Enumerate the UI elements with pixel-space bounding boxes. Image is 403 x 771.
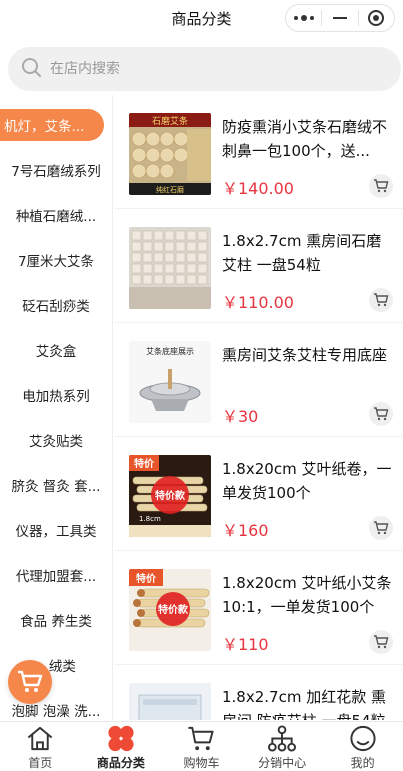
product-item[interactable]: 1.8x2.7cm 加红花款 熏房间 防疫艾柱 一盘54粒: [114, 665, 403, 720]
product-name: 1.8x2.7cm 加红花款 熏房间 防疫艾柱 一盘54粒: [222, 688, 386, 720]
minimize-button[interactable]: [322, 5, 357, 31]
sidebar-item-label: 机灯，艾条...: [4, 119, 85, 135]
product-item[interactable]: 1.8x2.7cm 熏房间石磨艾柱 一盘54粒 ￥110.00: [114, 209, 403, 323]
cart-icon: [374, 179, 389, 193]
product-name: 1.8x20cm 艾叶纸卷，一单发货100个: [222, 460, 392, 502]
distribution-icon: [268, 725, 297, 752]
add-to-cart-button[interactable]: [369, 174, 393, 198]
cart-icon: [188, 726, 215, 751]
sidebar-item[interactable]: 艾灸贴类: [0, 417, 112, 462]
bottom-tab-bar: 首页 商品分类 购物车 分销中心 我的: [0, 721, 403, 771]
cart-icon: [374, 293, 389, 307]
sidebar-item[interactable]: 代理加盟套...: [0, 552, 112, 597]
product-image: 特价款 1.8cm 特价: [129, 455, 211, 537]
svg-text:1.8cm: 1.8cm: [139, 515, 161, 523]
product-price: ￥110: [222, 635, 269, 654]
svg-text:特价款: 特价款: [155, 489, 186, 502]
product-item[interactable]: 特价款 1.8cm 特价 1.8x20cm 艾叶纸卷，一单发货100个 ￥160: [114, 437, 403, 551]
floating-cart-button[interactable]: [8, 660, 52, 704]
svg-text:特价: 特价: [136, 572, 157, 585]
product-image: 艾条底座展示: [129, 341, 211, 423]
category-icon: [108, 725, 134, 752]
sidebar-item-label: 种植石磨绒...: [15, 208, 97, 225]
product-item[interactable]: 艾条底座展示 熏房间艾条艾柱专用底座 ￥30: [114, 323, 403, 437]
sidebar-item[interactable]: 食品 养生类: [0, 597, 112, 642]
sidebar-item[interactable]: 艾灸盒: [0, 327, 112, 372]
sidebar-item[interactable]: 7号石磨绒系列: [0, 147, 112, 192]
svg-text:特价: 特价: [134, 457, 155, 470]
product-name: 1.8x20cm 艾叶纸小艾条10:1，一单发货100个: [222, 574, 392, 616]
sidebar-item[interactable]: 仪器，工具类: [0, 507, 112, 552]
product-image: [129, 227, 211, 309]
sidebar-item-label: 电加热系列: [22, 388, 90, 405]
sidebar-item-label: 7号石磨绒系列: [11, 163, 101, 180]
search-icon: [20, 56, 42, 82]
tab-distribution[interactable]: 分销中心: [242, 722, 323, 771]
svg-text:石磨艾条: 石磨艾条: [152, 115, 188, 127]
sidebar-item-label: 艾灸贴类: [29, 433, 83, 450]
sidebar-item-label: 艾灸盒: [35, 343, 77, 360]
sidebar-item[interactable]: 7厘米大艾条: [0, 237, 112, 282]
cart-icon: [374, 521, 389, 535]
tab-cart[interactable]: 购物车: [161, 722, 242, 771]
mini-program-capsule: [285, 4, 395, 32]
sidebar-item[interactable]: 电加热系列: [0, 372, 112, 417]
home-icon: [28, 726, 53, 751]
product-price: ￥160: [222, 521, 269, 540]
sidebar-item[interactable]: 砭石刮痧类: [0, 282, 112, 327]
tab-category[interactable]: 商品分类: [81, 722, 162, 771]
sidebar-item-label: 代理加盟套...: [15, 568, 97, 585]
cart-icon: [18, 670, 43, 692]
product-name: 熏房间艾条艾柱专用底座: [222, 346, 388, 364]
product-list: 石磨艾条 纯红石磨 防疫熏消小艾条石磨绒不刺鼻一包100个，送... ￥140.…: [114, 95, 403, 720]
add-to-cart-button[interactable]: [369, 516, 393, 540]
add-to-cart-button[interactable]: [369, 288, 393, 312]
more-dots-icon: [293, 15, 314, 21]
sidebar-item[interactable]: 种植石磨绒...: [0, 192, 112, 237]
product-item[interactable]: 特价款 特价 1.8x20cm 艾叶纸小艾条10:1，一单发货100个 ￥110: [114, 551, 403, 665]
search-bar[interactable]: [8, 47, 401, 91]
more-button[interactable]: [286, 5, 321, 31]
header-bar: 商品分类: [0, 0, 403, 36]
cart-icon: [374, 407, 389, 421]
sidebar-item-label: 仪器，工具类: [15, 523, 97, 540]
product-image: [129, 683, 211, 720]
product-item[interactable]: 石磨艾条 纯红石磨 防疫熏消小艾条石磨绒不刺鼻一包100个，送... ￥140.…: [114, 95, 403, 209]
product-image: 特价款 特价: [129, 569, 211, 651]
add-to-cart-button[interactable]: [369, 402, 393, 426]
product-price: ￥110.00: [222, 293, 294, 312]
tab-label: 购物车: [183, 756, 220, 770]
tab-home[interactable]: 首页: [0, 722, 81, 771]
profile-icon: [350, 725, 376, 752]
sidebar-item[interactable]: 脐灸 督灸 套...: [0, 462, 112, 507]
tab-label: 商品分类: [96, 756, 145, 770]
close-target-icon: [368, 10, 385, 26]
sidebar-item-label: 砭石刮痧类: [22, 298, 90, 315]
close-button[interactable]: [359, 5, 394, 31]
product-name: 1.8x2.7cm 熏房间石磨艾柱 一盘54粒: [222, 232, 382, 274]
sidebar-item-active[interactable]: 机灯，艾条...: [0, 109, 104, 141]
sidebar-item-label: 7厘米大艾条: [17, 253, 95, 270]
sidebar-item-label: 食品 养生类: [20, 613, 92, 630]
cart-icon: [374, 635, 389, 649]
tab-label: 分销中心: [258, 756, 307, 770]
sidebar-item-label: 脐灸 督灸 套...: [11, 478, 101, 495]
tab-profile[interactable]: 我的: [322, 722, 403, 771]
add-to-cart-button[interactable]: [369, 630, 393, 654]
svg-text:艾条底座展示: 艾条底座展示: [146, 346, 194, 356]
tab-label: 首页: [28, 756, 53, 770]
svg-text:特价款: 特价款: [158, 603, 189, 616]
minimize-icon: [332, 17, 347, 19]
product-price: ￥140.00: [222, 179, 294, 198]
svg-text:纯红石磨: 纯红石磨: [156, 185, 184, 194]
product-name: 防疫熏消小艾条石磨绒不刺鼻一包100个，送...: [222, 118, 388, 160]
category-sidebar: 机灯，艾条... 7号石磨绒系列 种植石磨绒... 7厘米大艾条 砭石刮痧类 艾…: [0, 95, 113, 720]
search-input[interactable]: [50, 61, 370, 77]
product-price: ￥30: [222, 407, 259, 426]
tab-label: 我的: [350, 756, 375, 770]
product-image: 石磨艾条 纯红石磨: [129, 113, 211, 195]
